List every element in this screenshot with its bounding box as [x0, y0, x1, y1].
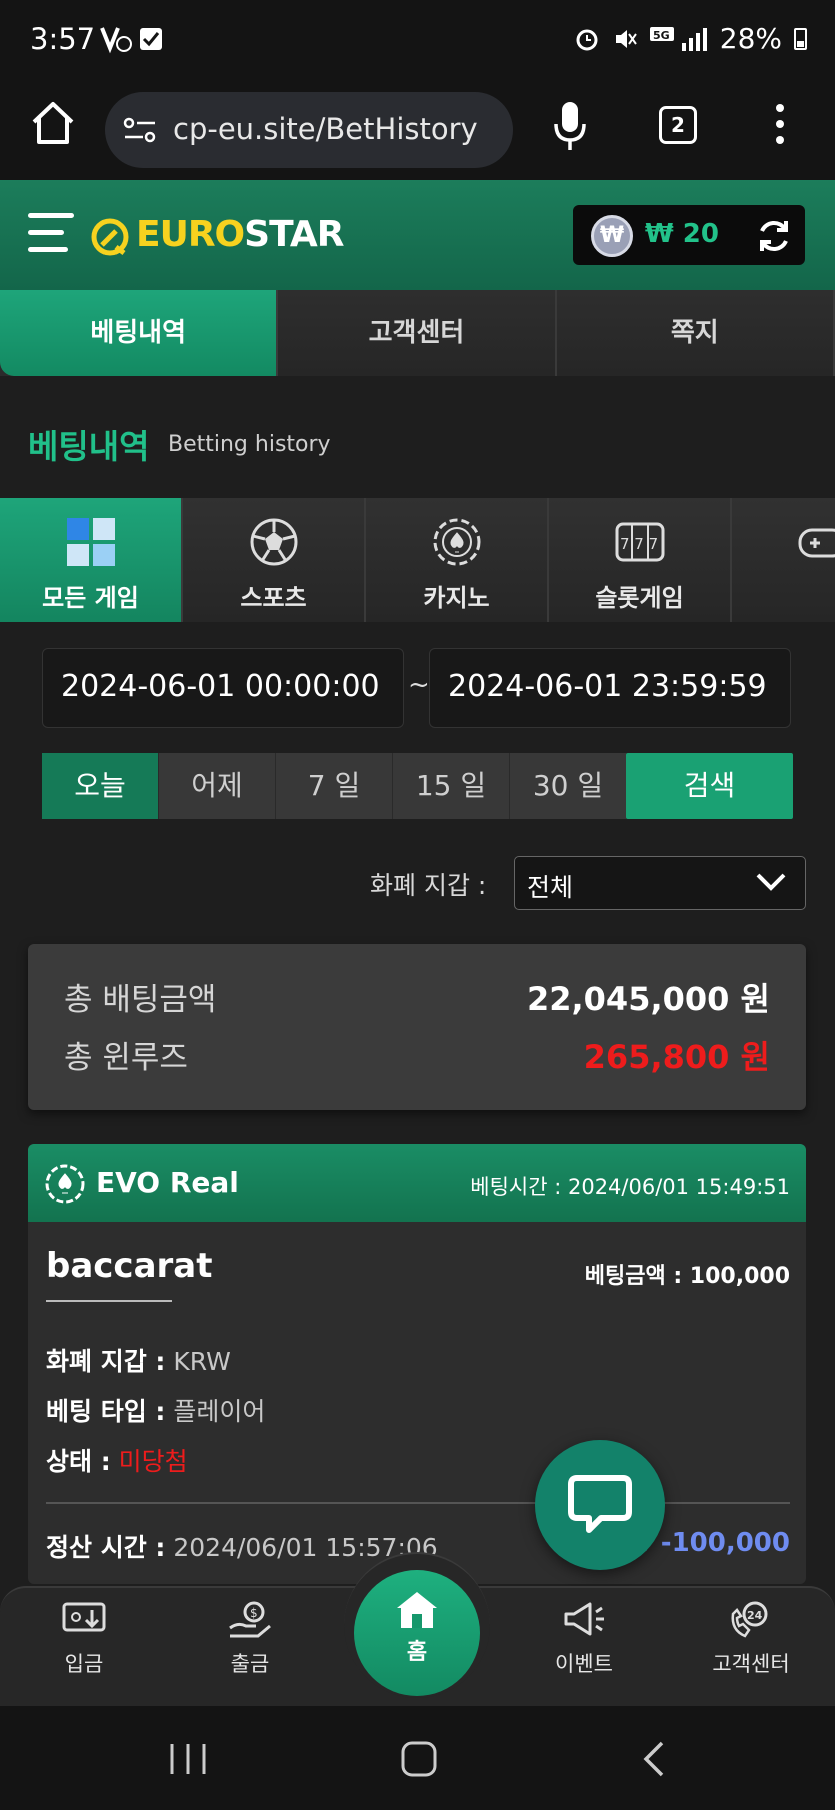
logo-mark-icon [91, 218, 129, 256]
live-chat-button[interactable] [535, 1440, 665, 1570]
megaphone-icon [564, 1602, 604, 1636]
tab-messages[interactable]: 쪽지 [556, 290, 835, 376]
game-name: baccarat [46, 1246, 213, 1286]
svg-text:5G: 5G [653, 29, 670, 42]
cubes-icon [66, 518, 115, 566]
category-casino[interactable]: 카지노 [366, 498, 549, 622]
nav-support[interactable]: 24 고객센터 [691, 1600, 811, 1678]
filter-yesterday-button[interactable]: 어제 [159, 753, 276, 819]
microphone-icon[interactable] [553, 100, 587, 152]
slot-machine-icon: 7 7 7 [615, 522, 664, 562]
category-all-games[interactable]: 모든 게임 [0, 498, 183, 622]
game-category-tabs: 모든 게임 스포츠 카지노 7 7 7 슬롯게임 미니 [0, 498, 835, 622]
page-subtitle: Betting history [168, 432, 331, 457]
nav-withdraw[interactable]: $ 출금 [190, 1600, 310, 1678]
gamepad-icon [798, 528, 835, 558]
menu-icon[interactable] [28, 213, 74, 257]
status-badge: 미당첨 [118, 1447, 188, 1476]
category-mini[interactable]: 미니 [732, 498, 835, 622]
casino-chip-icon [45, 1164, 85, 1204]
nav-home-button[interactable]: 홈 [354, 1570, 480, 1696]
battery-icon [794, 27, 807, 50]
quick-date-filters: 오늘 어제 7 일 15 일 30 일 [42, 753, 627, 819]
bet-type-row: 베팅 타입 : 플레이어 [46, 1397, 266, 1426]
signal-5g-icon: 5G [649, 26, 707, 51]
page-title: 베팅내역 [28, 427, 150, 466]
mute-icon [615, 29, 637, 48]
tab-betting-history[interactable]: 베팅내역 [0, 290, 279, 376]
soccer-ball-icon [250, 518, 297, 566]
chevron-down-icon [756, 873, 786, 891]
search-button[interactable]: 검색 [626, 753, 793, 819]
alarm-icon [576, 29, 598, 50]
filter-7days-button[interactable]: 7 일 [276, 753, 393, 819]
filter-30days-button[interactable]: 30 일 [510, 753, 627, 819]
wallet-amount: ₩ 20 [645, 219, 719, 249]
back-icon[interactable] [640, 1740, 670, 1778]
notification-icons [100, 24, 170, 60]
wallet-balance: ₩ ₩ 20 [573, 205, 805, 265]
deposit-icon [62, 1602, 106, 1632]
currency-select[interactable]: 전체 [514, 856, 806, 910]
bet-record-card: EVO Real 베팅시간 : 2024/06/01 15:49:51 bacc… [28, 1144, 806, 1584]
battery-percent: 28% [719, 22, 782, 55]
more-menu-icon[interactable] [770, 100, 790, 150]
nav-deposit[interactable]: 입금 [24, 1600, 144, 1678]
browser-toolbar: cp-eu.site/BetHistory 2 [0, 80, 835, 180]
withdraw-icon: $ [229, 1601, 271, 1638]
filter-15days-button[interactable]: 15 일 [393, 753, 510, 819]
svg-text:7 7 7: 7 7 7 [620, 535, 658, 553]
total-bet-label: 총 배팅금액 [64, 982, 217, 1018]
tab-switcher-button[interactable]: 2 [659, 106, 697, 144]
site-logo[interactable]: EUROSTAR [136, 214, 344, 255]
chat-bubble-icon [568, 1475, 632, 1533]
support-24h-icon: 24 [731, 1601, 768, 1638]
game-name-underline [46, 1300, 172, 1302]
filter-today-button[interactable]: 오늘 [42, 753, 159, 819]
divider [46, 1502, 790, 1504]
status-row: 상태 : 미당첨 [46, 1447, 188, 1476]
bet-amount: 베팅금액 : 100,000 [584, 1264, 790, 1289]
refresh-icon[interactable] [755, 217, 793, 255]
nav-event[interactable]: 이벤트 [524, 1600, 644, 1678]
total-winloss-label: 총 윈루즈 [64, 1040, 188, 1076]
category-slots[interactable]: 7 7 7 슬롯게임 [549, 498, 732, 622]
home-icon [397, 1592, 437, 1628]
currency-filter-label: 화폐 지갑 : [370, 871, 487, 900]
bet-card-header: EVO Real 베팅시간 : 2024/06/01 15:49:51 [28, 1144, 806, 1222]
currency-row: 화폐 지갑 : KRW [46, 1347, 231, 1376]
browser-home-icon[interactable] [28, 98, 78, 148]
date-separator: ~ [408, 670, 430, 700]
site-header: EUROSTAR ₩ ₩ 20 [0, 180, 835, 290]
recent-apps-icon[interactable] [168, 1742, 208, 1776]
address-bar[interactable]: cp-eu.site/BetHistory [105, 92, 513, 168]
total-bet-value: 22,045,000 원 [526, 980, 770, 1018]
android-home-icon[interactable] [400, 1740, 440, 1778]
settle-time-row: 정산 시간 : 2024/06/01 15:57:06 [46, 1533, 438, 1562]
date-to-input[interactable]: 2024-06-01 23:59:59 [429, 648, 791, 728]
betting-summary: 총 배팅금액 22,045,000 원 총 윈루즈 265,800 원 [28, 944, 806, 1110]
category-sports[interactable]: 스포츠 [183, 498, 366, 622]
status-time: 3:57 [30, 22, 96, 56]
svg-text:$: $ [250, 1606, 258, 1620]
bet-time: 베팅시간 : 2024/06/01 15:49:51 [470, 1175, 790, 1199]
status-right: 5G 28% [574, 22, 807, 55]
date-from-input[interactable]: 2024-06-01 00:00:00 [42, 648, 404, 728]
system-navigation-bar [0, 1706, 835, 1810]
status-bar: 3:57 5G 28% [0, 0, 835, 80]
currency-select-value: 전체 [527, 873, 574, 902]
svg-text:24: 24 [747, 1609, 763, 1622]
top-tabs: 베팅내역 고객센터 쪽지 [0, 290, 835, 376]
site-settings-icon[interactable] [123, 116, 157, 144]
total-winloss-value: 265,800 원 [583, 1038, 770, 1076]
won-coin-icon: ₩ [591, 215, 633, 257]
tab-customer-center[interactable]: 고객센터 [278, 290, 557, 376]
url-text[interactable]: cp-eu.site/BetHistory [173, 112, 503, 146]
casino-chip-icon [433, 518, 480, 566]
provider-name: EVO Real [96, 1166, 239, 1199]
